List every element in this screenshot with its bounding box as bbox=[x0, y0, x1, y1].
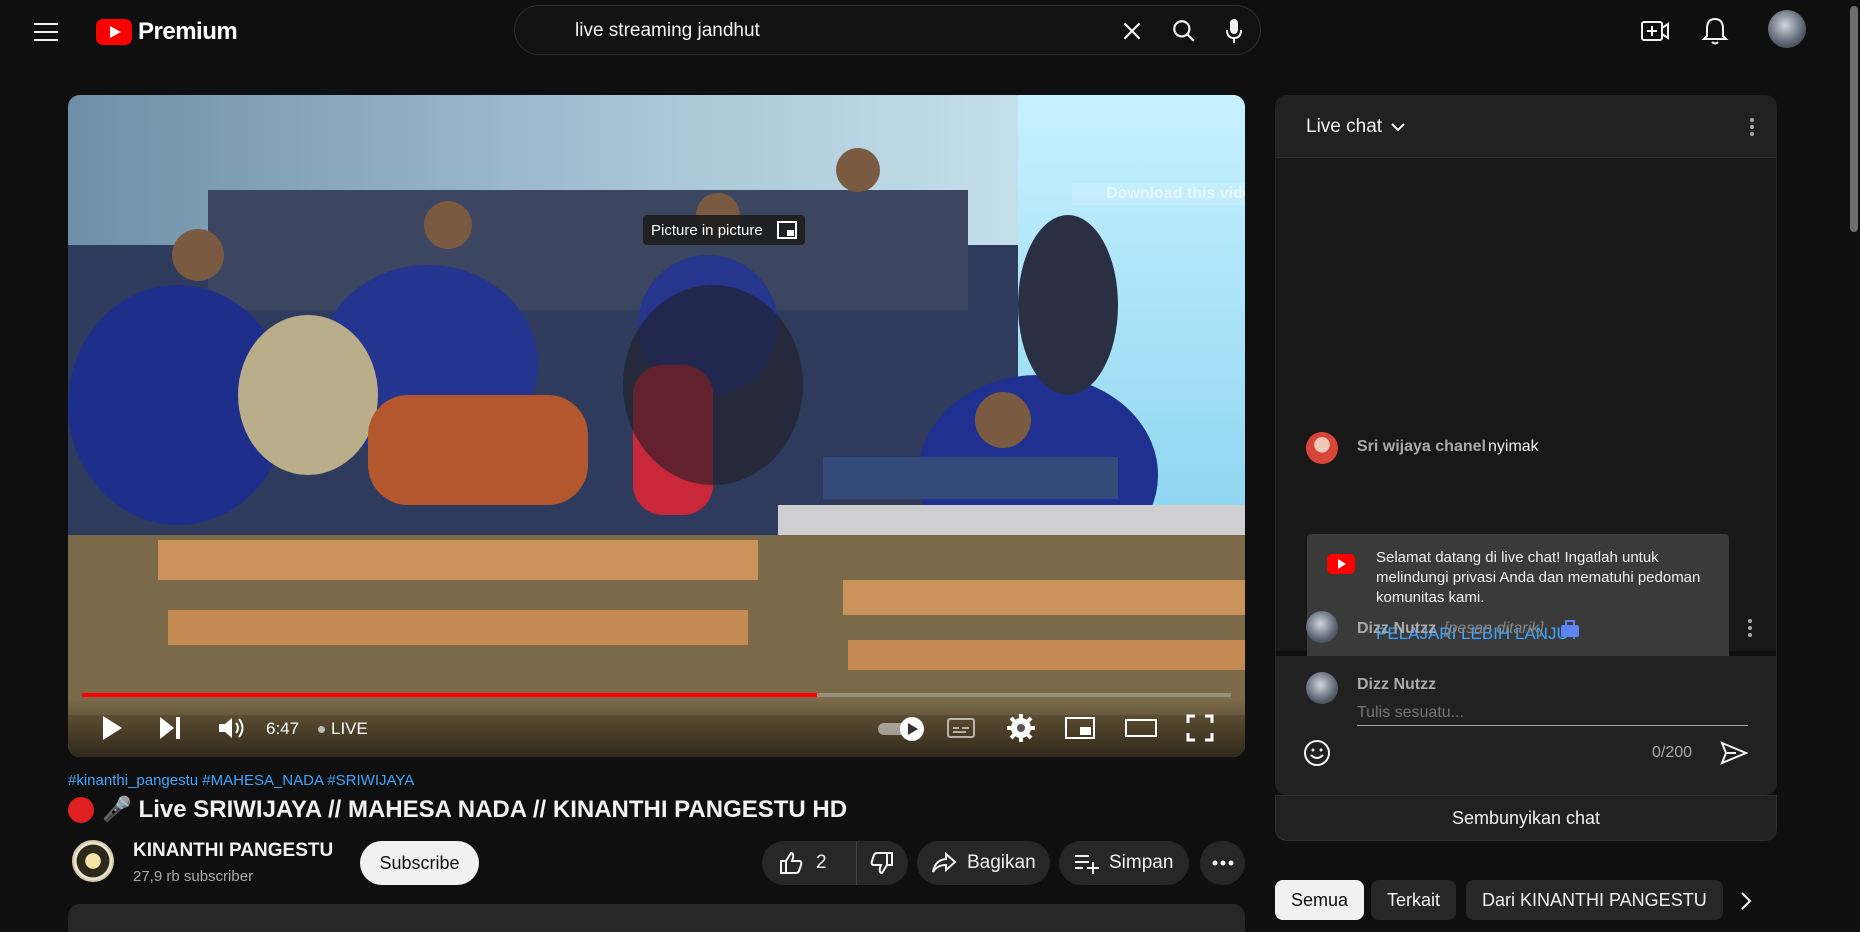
more-horizontal-icon bbox=[1212, 860, 1233, 866]
player-controls: 6:47 LIVE bbox=[68, 699, 1245, 757]
pip-icon bbox=[776, 221, 797, 239]
subscriber-count: 27,9 rb subscriber bbox=[133, 868, 254, 885]
chat-messages: Sri wijaya chanel nyimak Selamat datang … bbox=[1276, 158, 1776, 666]
volume-icon[interactable] bbox=[216, 713, 246, 743]
progress-bar[interactable] bbox=[82, 693, 1231, 697]
youtube-mini-icon bbox=[1327, 554, 1355, 574]
video-player[interactable]: Download this video Picture in picture 6… bbox=[68, 95, 1245, 757]
live-dot bbox=[318, 725, 325, 733]
chat-title: Live chat bbox=[1306, 116, 1383, 137]
miniplayer-icon[interactable] bbox=[1064, 713, 1096, 743]
account-avatar[interactable] bbox=[1768, 10, 1806, 48]
live-chat-panel: Live chat Sri wijaya chanel nyimak Selam… bbox=[1275, 95, 1777, 795]
message-text: [pesan ditarik] bbox=[1444, 620, 1544, 637]
share-button[interactable]: Bagikan bbox=[917, 841, 1050, 885]
search-box bbox=[514, 5, 1261, 55]
video-title: 🎤 Live SRIWIJAYA // MAHESA NADA // KINAN… bbox=[102, 796, 848, 823]
next-video-icon[interactable] bbox=[158, 713, 182, 743]
scrollbar-thumb[interactable] bbox=[1850, 6, 1858, 232]
page-scrollbar[interactable] bbox=[1846, 0, 1860, 932]
download-video-badge[interactable]: Download this video bbox=[1072, 183, 1245, 205]
video-title-row: 🎤 Live SRIWIJAYA // MAHESA NADA // KINAN… bbox=[68, 795, 847, 824]
chat-input-area: Dizz Nutzz 0/200 bbox=[1276, 656, 1776, 794]
time-display: 6:47 bbox=[266, 719, 300, 738]
input-avatar bbox=[1306, 672, 1338, 704]
pip-tooltip-label: Picture in picture bbox=[651, 221, 763, 239]
channel-name[interactable]: KINANTHI PANGESTU bbox=[133, 840, 333, 862]
chat-welcome-notice: Selamat datang di live chat! Ingatlah un… bbox=[1307, 534, 1729, 666]
play-icon[interactable] bbox=[100, 713, 124, 743]
progress-fill bbox=[82, 693, 818, 697]
create-video-icon[interactable] bbox=[1638, 14, 1672, 48]
share-arrow-icon bbox=[932, 851, 957, 873]
message-avatar[interactable] bbox=[1306, 611, 1338, 643]
notifications-bell-icon[interactable] bbox=[1698, 14, 1732, 48]
menu-icon[interactable] bbox=[26, 14, 66, 50]
channel-avatar[interactable] bbox=[72, 840, 114, 882]
autoplay-toggle-icon[interactable] bbox=[876, 713, 926, 743]
description-box[interactable] bbox=[68, 904, 1245, 932]
message-more-icon[interactable] bbox=[1740, 616, 1760, 640]
youtube-logo[interactable]: Premium bbox=[96, 18, 238, 46]
microphone-icon[interactable] bbox=[1223, 17, 1245, 45]
save-playlist-icon bbox=[1075, 855, 1099, 874]
notice-text: Selamat datang di live chat! Ingatlah un… bbox=[1376, 549, 1701, 606]
save-button[interactable]: Simpan bbox=[1059, 841, 1189, 885]
chevron-down-icon bbox=[1391, 123, 1405, 132]
hide-chat-button[interactable]: Sembunyikan chat bbox=[1275, 795, 1777, 841]
settings-gear-icon[interactable] bbox=[1006, 713, 1036, 743]
search-input[interactable] bbox=[575, 16, 1095, 46]
message-avatar[interactable] bbox=[1306, 432, 1338, 464]
message-author[interactable]: Sri wijaya chanel bbox=[1357, 438, 1486, 456]
thumbs-up-icon bbox=[780, 851, 803, 874]
share-label: Bagikan bbox=[967, 852, 1036, 873]
search-icon[interactable] bbox=[1171, 18, 1197, 44]
chip-all[interactable]: Semua bbox=[1275, 880, 1365, 920]
live-red-dot-icon bbox=[68, 796, 94, 823]
theater-mode-icon[interactable] bbox=[1124, 713, 1158, 743]
save-label: Simpan bbox=[1109, 852, 1174, 873]
subtitles-icon[interactable] bbox=[946, 713, 976, 743]
chip-related[interactable]: Terkait bbox=[1371, 880, 1457, 920]
message-author[interactable]: Dizz Nutzz bbox=[1357, 620, 1436, 638]
message-text: nyimak bbox=[1488, 438, 1539, 455]
video-frame-image bbox=[68, 95, 1245, 757]
thumbs-down-icon bbox=[870, 852, 893, 875]
live-indicator[interactable]: LIVE bbox=[318, 719, 368, 739]
chip-from-channel[interactable]: Dari KINANTHI PANGESTU bbox=[1466, 880, 1723, 920]
top-bar: Premium bbox=[0, 0, 1860, 64]
brand-label: Premium bbox=[138, 18, 238, 45]
send-icon[interactable] bbox=[1720, 740, 1748, 766]
like-count: 2 bbox=[816, 852, 827, 873]
like-dislike-group: 2 bbox=[762, 841, 908, 885]
like-button[interactable]: 2 bbox=[762, 841, 857, 885]
clear-search-icon[interactable] bbox=[1119, 18, 1145, 44]
chat-message-input[interactable] bbox=[1357, 700, 1748, 726]
emoji-icon[interactable] bbox=[1302, 738, 1332, 768]
dislike-button[interactable] bbox=[857, 841, 907, 885]
fullscreen-icon[interactable] bbox=[1186, 713, 1214, 743]
more-actions-button[interactable] bbox=[1200, 841, 1245, 885]
youtube-play-icon bbox=[96, 19, 132, 45]
chat-mode-dropdown[interactable]: Live chat bbox=[1306, 116, 1406, 138]
pip-tooltip: Picture in picture bbox=[643, 215, 805, 245]
live-label: LIVE bbox=[331, 719, 368, 738]
chat-more-icon[interactable] bbox=[1742, 115, 1762, 139]
subscribe-button[interactable]: Subscribe bbox=[360, 841, 479, 885]
input-author-name: Dizz Nutzz bbox=[1357, 676, 1437, 693]
moderator-badge-icon bbox=[1561, 620, 1579, 637]
hashtags-link[interactable]: #kinanthi_pangestu #MAHESA_NADA #SRIWIJA… bbox=[68, 772, 414, 789]
chat-header: Live chat bbox=[1276, 96, 1776, 158]
chevron-right-icon[interactable] bbox=[1736, 890, 1756, 912]
char-counter: 0/200 bbox=[1652, 744, 1693, 761]
